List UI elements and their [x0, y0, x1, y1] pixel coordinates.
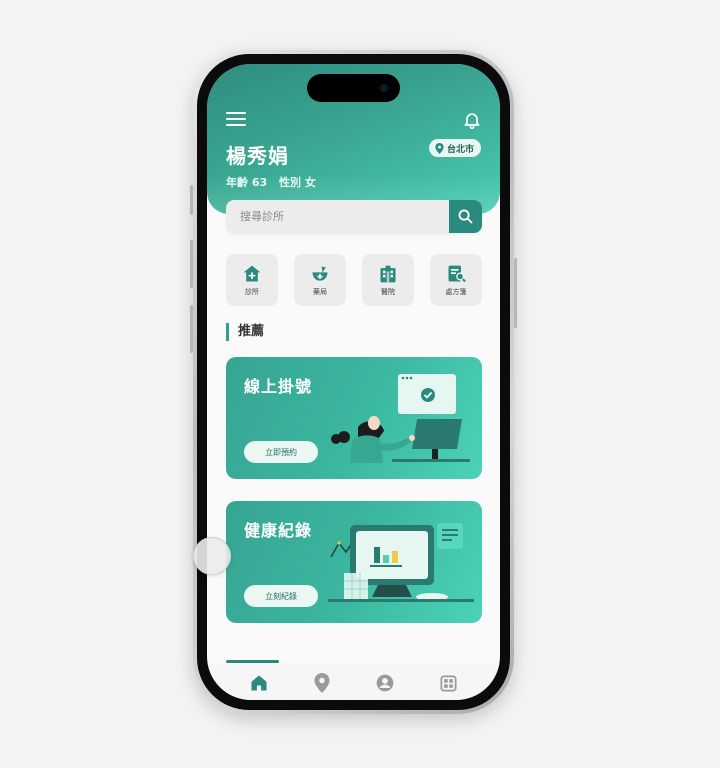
quick-action-hospital[interactable]: 醫院 — [362, 254, 414, 306]
hospital-icon — [380, 265, 396, 282]
nav-more[interactable] — [431, 668, 465, 698]
profile-icon — [376, 674, 394, 692]
phone-frame: 楊秀娟 年齡 63 性別 女 台北市 搜尋診所 診所 藥局 醫院 處方箋 推薦 … — [193, 50, 514, 714]
app-screen: 楊秀娟 年齡 63 性別 女 台北市 搜尋診所 診所 藥局 醫院 處方箋 推薦 … — [207, 64, 500, 700]
search-icon — [458, 209, 473, 224]
volume-down-button — [190, 305, 193, 353]
gender-label: 性別 女 — [278, 176, 316, 189]
card-title: 線上掛號 — [244, 377, 313, 396]
nav-location[interactable] — [305, 668, 339, 698]
quick-action-label: 診所 — [245, 287, 259, 296]
quick-action-label: 藥局 — [313, 287, 327, 296]
search-button[interactable] — [449, 200, 482, 233]
doctor-at-computer-illustration — [331, 374, 470, 463]
location-pin-icon — [314, 673, 330, 693]
section-title: 推薦 — [226, 323, 264, 341]
volume-up-button — [190, 240, 193, 288]
user-name: 楊秀娟 — [226, 144, 289, 168]
clinic-icon — [243, 265, 261, 281]
quick-actions: 診所 藥局 醫院 處方箋 — [226, 254, 482, 306]
quick-action-label: 處方箋 — [445, 287, 467, 296]
quick-action-label: 醫院 — [381, 287, 395, 296]
dynamic-island — [307, 74, 400, 102]
search-input[interactable] — [240, 200, 440, 233]
nav-home[interactable] — [242, 668, 276, 698]
age-label: 年齡 63 — [226, 176, 268, 189]
location-badge[interactable]: 台北市 — [428, 139, 481, 157]
power-button — [514, 258, 517, 328]
user-demographics: 年齡 63 性別 女 — [226, 174, 316, 190]
nav-profile[interactable] — [368, 668, 402, 698]
card-title: 健康紀錄 — [244, 521, 313, 540]
pharmacy-icon — [312, 266, 328, 281]
assistive-touch-button[interactable] — [193, 537, 231, 575]
menu-icon[interactable] — [226, 112, 246, 126]
book-now-button[interactable]: 立即預約 — [244, 441, 318, 463]
health-record-card[interactable]: 健康紀錄 立刻紀錄 — [226, 501, 482, 623]
record-now-button[interactable]: 立刻紀錄 — [244, 585, 318, 607]
location-pin-icon — [435, 142, 444, 154]
bottom-navigation — [207, 663, 500, 700]
quick-action-prescription[interactable]: 處方箋 — [430, 254, 482, 306]
search-bar — [226, 200, 482, 233]
location-label: 台北市 — [446, 144, 474, 155]
bell-icon[interactable] — [462, 110, 482, 130]
online-registration-card[interactable]: 線上掛號 立即預約 — [226, 357, 482, 479]
grid-icon — [440, 675, 457, 691]
prescription-icon — [448, 265, 466, 282]
quick-action-pharmacy[interactable]: 藥局 — [294, 254, 346, 306]
health-chart-monitor-illustration — [328, 523, 474, 602]
home-icon — [251, 675, 267, 691]
mute-switch — [190, 185, 193, 215]
quick-action-clinic[interactable]: 診所 — [226, 254, 278, 306]
